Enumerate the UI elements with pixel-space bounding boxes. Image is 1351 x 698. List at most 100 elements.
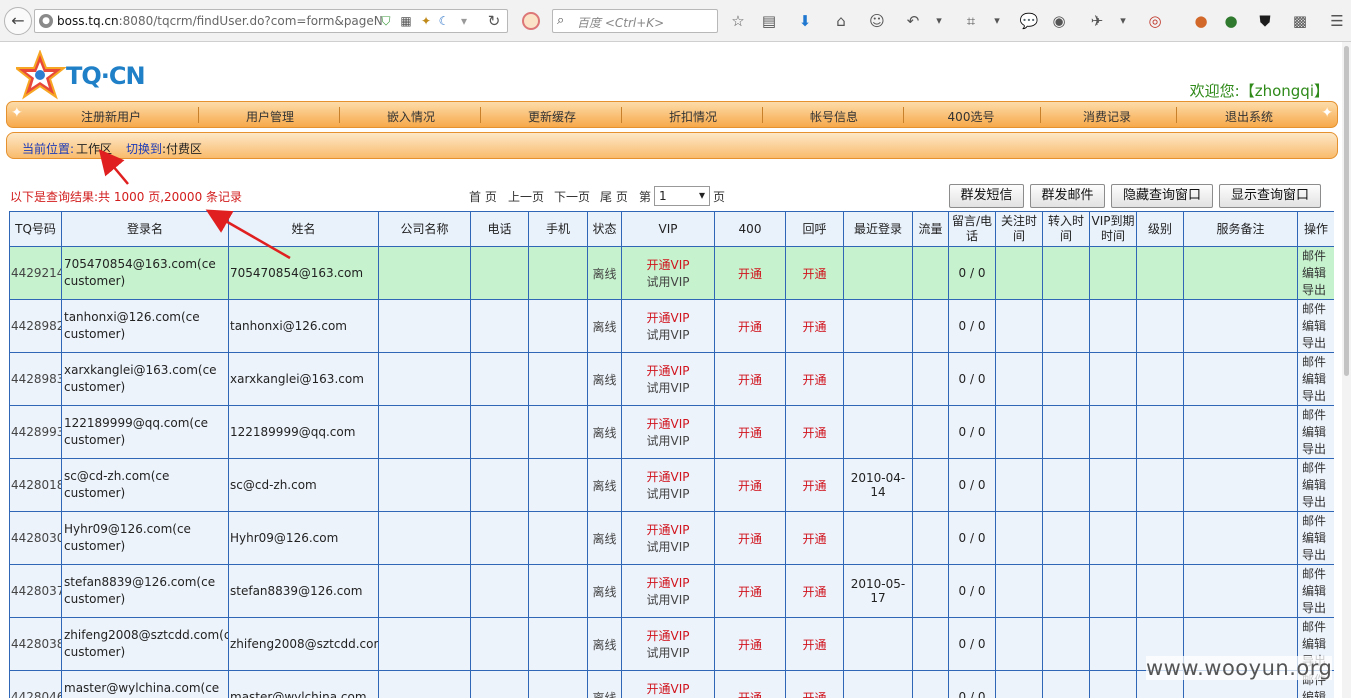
open-callback-link[interactable]: 开通: [802, 532, 826, 546]
url-text[interactable]: boss.tq.cn:8080/tqcrm/findUser.do?com=fo…: [57, 14, 387, 28]
export-link[interactable]: 导出: [1302, 336, 1326, 350]
open-400-link[interactable]: 开通: [738, 426, 762, 440]
globe-green-icon[interactable]: ●: [1221, 11, 1241, 31]
mail-link[interactable]: 邮件: [1302, 408, 1326, 422]
vip-trial-link[interactable]: 试用VIP: [647, 487, 690, 501]
open-400-link[interactable]: 开通: [738, 479, 762, 493]
open-callback-link[interactable]: 开通: [802, 479, 826, 493]
open-callback-link[interactable]: 开通: [802, 691, 826, 698]
pager-prev[interactable]: 上一页: [508, 188, 544, 205]
table-row[interactable]: 4428982 tanhonxi@126.com(ce customer) tanho…: [9, 299, 1334, 353]
edit-link[interactable]: 编辑: [1302, 637, 1326, 651]
shield-dark-icon[interactable]: ⛊: [1255, 11, 1275, 31]
export-link[interactable]: 导出: [1302, 389, 1326, 403]
mail-link[interactable]: 邮件: [1302, 620, 1326, 634]
qrcode-icon[interactable]: ▦: [399, 14, 413, 28]
vip-trial-link[interactable]: 试用VIP: [647, 593, 690, 607]
col-service-note[interactable]: 服务备注: [1183, 211, 1298, 247]
col-company[interactable]: 公司名称: [378, 211, 471, 247]
nav-cache[interactable]: 更新缓存: [508, 108, 596, 125]
edit-link[interactable]: 编辑: [1302, 266, 1326, 280]
mail-link[interactable]: 邮件: [1302, 461, 1326, 475]
vip-open-link[interactable]: 开通VIP: [647, 682, 690, 696]
vip-trial-link[interactable]: 试用VIP: [647, 328, 690, 342]
edit-link[interactable]: 编辑: [1302, 425, 1326, 439]
col-name[interactable]: 姓名: [228, 211, 379, 247]
vip-trial-link[interactable]: 试用VIP: [647, 540, 690, 554]
vip-open-link[interactable]: 开通VIP: [647, 258, 690, 272]
col-transfer-time[interactable]: 转入时间: [1042, 211, 1090, 247]
download-icon[interactable]: ⬇: [795, 11, 815, 31]
search-box[interactable]: ⌕ 百度 <Ctrl+K>: [552, 9, 718, 33]
pager-last[interactable]: 尾 页: [600, 188, 628, 205]
menu-icon[interactable]: ☰: [1327, 11, 1347, 31]
bulk-mail-button[interactable]: 群发邮件: [1030, 184, 1105, 208]
col-follow-time[interactable]: 关注时间: [995, 211, 1043, 247]
col-traffic[interactable]: 流量: [912, 211, 949, 247]
export-link[interactable]: 导出: [1302, 548, 1326, 562]
export-link[interactable]: 导出: [1302, 283, 1326, 297]
crop-dropdown-icon[interactable]: ▾: [987, 11, 1007, 31]
bird-icon[interactable]: ✈: [1087, 11, 1107, 31]
switch-target[interactable]: :付费区: [162, 140, 202, 157]
pager-next[interactable]: 下一页: [554, 188, 590, 205]
page-scrollbar[interactable]: [1342, 42, 1351, 698]
table-row[interactable]: 4429214 705470854@163.com(ce customer) 7054…: [9, 246, 1334, 300]
bookmark-star-icon[interactable]: ☆: [728, 11, 748, 31]
edit-link[interactable]: 编辑: [1302, 478, 1326, 492]
col-status[interactable]: 状态: [587, 211, 622, 247]
open-callback-link[interactable]: 开通: [802, 373, 826, 387]
edit-link[interactable]: 编辑: [1302, 531, 1326, 545]
edit-link[interactable]: 编辑: [1302, 319, 1326, 333]
show-query-button[interactable]: 显示查询窗口: [1219, 184, 1321, 208]
ring-icon[interactable]: ◎: [1145, 11, 1165, 31]
nav-consumption[interactable]: 消费记录: [1063, 108, 1151, 125]
moon-icon[interactable]: ☾: [437, 14, 451, 28]
undo-dropdown-icon[interactable]: ▾: [929, 11, 949, 31]
col-vip-expiry[interactable]: VIP到期时间: [1089, 211, 1137, 247]
open-400-link[interactable]: 开通: [738, 267, 762, 281]
vip-open-link[interactable]: 开通VIP: [647, 523, 690, 537]
col-messages[interactable]: 留言/电话: [948, 211, 996, 247]
adblock-icon[interactable]: [522, 12, 540, 30]
reload-icon[interactable]: ↻: [482, 9, 506, 33]
col-level[interactable]: 级别: [1136, 211, 1184, 247]
open-400-link[interactable]: 开通: [738, 585, 762, 599]
nav-400[interactable]: 400选号: [927, 108, 1015, 125]
open-400-link[interactable]: 开通: [738, 532, 762, 546]
col-last-login[interactable]: 最近登录: [843, 211, 913, 247]
table-row[interactable]: 4428030 Hyhr09@126.com(ce customer) Hyhr09@…: [9, 511, 1334, 565]
vip-open-link[interactable]: 开通VIP: [647, 311, 690, 325]
col-login[interactable]: 登录名: [61, 211, 229, 247]
vip-open-link[interactable]: 开通VIP: [647, 576, 690, 590]
extension-icon[interactable]: ✦: [419, 14, 433, 28]
open-callback-link[interactable]: 开通: [802, 426, 826, 440]
back-arrow-icon[interactable]: ←: [4, 7, 32, 35]
open-400-link[interactable]: 开通: [738, 373, 762, 387]
nav-account[interactable]: 帐号信息: [790, 108, 878, 125]
export-link[interactable]: 导出: [1302, 495, 1326, 509]
edit-link[interactable]: 编辑: [1302, 584, 1326, 598]
mail-link[interactable]: 邮件: [1302, 355, 1326, 369]
export-link[interactable]: 导出: [1302, 601, 1326, 615]
reading-list-icon[interactable]: ▤: [759, 11, 779, 31]
nav-discount[interactable]: 折扣情况: [649, 108, 737, 125]
address-bar[interactable]: ● boss.tq.cn:8080/tqcrm/findUser.do?com=…: [34, 9, 508, 33]
vip-open-link[interactable]: 开通VIP: [647, 470, 690, 484]
open-callback-link[interactable]: 开通: [802, 638, 826, 652]
vip-trial-link[interactable]: 试用VIP: [647, 381, 690, 395]
home-icon[interactable]: ⌂: [831, 11, 851, 31]
col-mobile[interactable]: 手机: [528, 211, 588, 247]
vip-trial-link[interactable]: 试用VIP: [647, 646, 690, 660]
col-callback[interactable]: 回呼: [785, 211, 844, 247]
col-tq[interactable]: TQ号码: [9, 211, 62, 247]
bulk-sms-button[interactable]: 群发短信: [949, 184, 1024, 208]
mail-link[interactable]: 邮件: [1302, 302, 1326, 316]
open-400-link[interactable]: 开通: [738, 638, 762, 652]
nav-logout[interactable]: 退出系统: [1205, 108, 1293, 125]
emoji-icon[interactable]: ☺: [867, 11, 887, 31]
col-vip[interactable]: VIP: [621, 211, 715, 247]
grid-icon[interactable]: ▩: [1290, 11, 1310, 31]
open-callback-link[interactable]: 开通: [802, 320, 826, 334]
vip-trial-link[interactable]: 试用VIP: [647, 434, 690, 448]
